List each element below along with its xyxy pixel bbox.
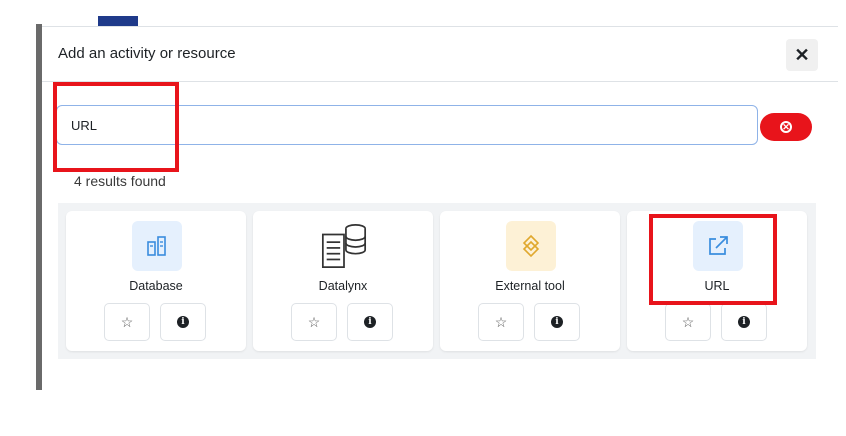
external-link-icon xyxy=(693,221,743,271)
search-input[interactable] xyxy=(56,105,758,145)
external-tool-icon xyxy=(506,221,556,271)
info-icon: i xyxy=(364,316,376,328)
result-name: External tool xyxy=(495,279,565,293)
result-name: Database xyxy=(129,279,183,293)
info-button[interactable]: i xyxy=(347,303,393,341)
info-button[interactable]: i xyxy=(534,303,580,341)
info-button[interactable]: i xyxy=(721,303,767,341)
star-button[interactable]: ☆ xyxy=(665,303,711,341)
result-name: URL xyxy=(704,279,730,293)
close-button[interactable]: ✕ xyxy=(786,39,818,71)
database-icon xyxy=(132,221,182,271)
star-button[interactable]: ☆ xyxy=(104,303,150,341)
result-name: Datalynx xyxy=(318,279,368,293)
clear-search-button[interactable]: ✕ xyxy=(760,113,812,141)
results-count: 4 results found xyxy=(74,173,166,189)
info-button[interactable]: i xyxy=(160,303,206,341)
modal-header: Add an activity or resource ✕ xyxy=(42,27,838,82)
star-icon: ☆ xyxy=(494,313,508,330)
star-icon: ☆ xyxy=(681,313,695,330)
results-grid: Database ☆ i Datalynx ☆ i External tool … xyxy=(58,203,816,359)
modal-title: Add an activity or resource xyxy=(58,45,236,62)
datalynx-icon xyxy=(319,221,369,271)
result-card-database[interactable]: Database ☆ i xyxy=(66,211,246,351)
star-icon: ☆ xyxy=(307,313,321,330)
close-icon: ✕ xyxy=(794,44,810,65)
result-card-url[interactable]: URL ☆ i xyxy=(627,211,807,351)
info-icon: i xyxy=(551,316,563,328)
star-icon: ☆ xyxy=(120,313,134,330)
background-logo xyxy=(98,16,138,26)
star-button[interactable]: ☆ xyxy=(291,303,337,341)
info-icon: i xyxy=(738,316,750,328)
result-card-external-tool[interactable]: External tool ☆ i xyxy=(440,211,620,351)
result-card-datalynx[interactable]: Datalynx ☆ i xyxy=(253,211,433,351)
star-button[interactable]: ☆ xyxy=(478,303,524,341)
info-icon: i xyxy=(177,316,189,328)
activity-chooser-modal: Add an activity or resource ✕ ✕ 4 result… xyxy=(42,26,838,389)
clear-search-icon: ✕ xyxy=(780,121,792,133)
